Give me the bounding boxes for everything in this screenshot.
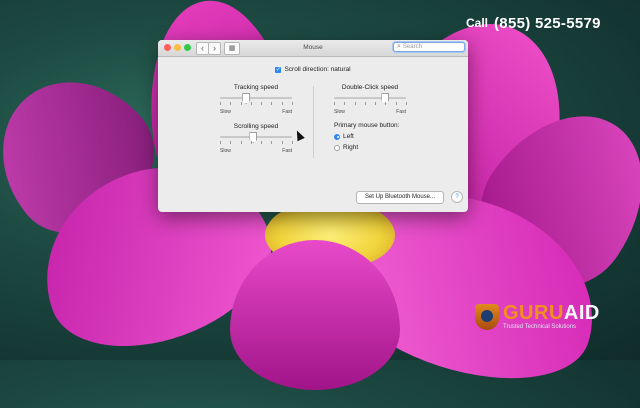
radio-right-button[interactable] <box>334 144 340 151</box>
scroll-direction-label: Scroll direction: natural <box>284 66 351 73</box>
slider-tick <box>220 102 221 105</box>
scrolling-speed-control: Scrolling speed Slow Fast <box>220 123 293 154</box>
slider-tick <box>240 141 242 144</box>
slider-tick <box>354 102 356 105</box>
slider-tick <box>364 102 366 105</box>
scroll-direction-option[interactable]: ✓ Scroll direction: natural <box>158 66 468 73</box>
call-label: Call <box>466 16 489 30</box>
search-field[interactable]: ⌕ Search <box>393 42 465 52</box>
slider-tick <box>250 102 252 105</box>
slider-tick <box>271 102 273 105</box>
slider-tick <box>230 141 232 144</box>
slider-tick <box>292 141 293 144</box>
slider-tick <box>271 141 273 144</box>
slider-tick <box>220 141 221 144</box>
tracking-speed-slider[interactable] <box>220 93 293 105</box>
slider-tick <box>395 102 397 105</box>
slow-label: Slow <box>220 109 231 115</box>
slider-tick <box>281 102 283 105</box>
slider-tick <box>261 102 263 105</box>
tracking-speed-label: Tracking speed <box>233 84 279 91</box>
double-click-speed-control: Double-Click speed Slow Fast <box>334 84 407 115</box>
radio-left[interactable]: Left <box>334 133 399 140</box>
scrolling-speed-label: Scrolling speed <box>233 123 279 130</box>
double-click-speed-slider[interactable] <box>334 93 407 105</box>
slider-tick <box>375 102 377 105</box>
phone-number: (855) 525-5579 <box>494 14 601 32</box>
slider-tick <box>292 102 293 105</box>
fast-label: Fast <box>282 109 292 115</box>
slider-tick <box>250 141 252 144</box>
logo-brand: GURUAID <box>503 303 600 323</box>
search-placeholder: Search <box>402 44 422 50</box>
phone-banner: Call (855) 525-5579 <box>458 13 609 33</box>
slider-tick <box>261 141 263 144</box>
slider-tick <box>344 102 346 105</box>
search-icon: ⌕ <box>397 43 401 50</box>
title-bar: ‹ › ▦ Mouse ⌕ Search <box>158 40 468 57</box>
slider-ticks <box>220 102 293 105</box>
radio-left-button[interactable] <box>334 133 340 140</box>
slider-tick <box>406 102 407 105</box>
slider-ticks <box>220 141 293 144</box>
radio-left-label: Left <box>343 133 354 140</box>
fast-label: Fast <box>282 148 292 154</box>
slider-tick <box>240 102 242 105</box>
slider-tick <box>281 141 283 144</box>
guruaid-logo: GURUAID Trusted Technical Solutions <box>475 303 600 330</box>
scroll-direction-checkbox[interactable]: ✓ <box>275 66 282 73</box>
slider-tick <box>230 102 232 105</box>
slow-label: Slow <box>220 148 231 154</box>
help-button[interactable]: ? <box>451 191 463 203</box>
logo-brand-part: GURU <box>503 302 564 324</box>
tracking-speed-control: Tracking speed Slow Fast <box>220 84 293 115</box>
primary-mouse-button-group: Primary mouse button: Left Right <box>334 122 399 151</box>
slider-ticks <box>334 102 407 105</box>
primary-mouse-button-label: Primary mouse button: <box>334 122 400 129</box>
slider-tick <box>334 102 335 105</box>
logo-tagline: Trusted Technical Solutions <box>503 324 577 330</box>
shield-logo-icon <box>475 303 499 330</box>
fast-label: Fast <box>396 109 406 115</box>
mouse-preferences-window: ‹ › ▦ Mouse ⌕ Search ✓ Scroll direction:… <box>158 40 468 212</box>
column-divider <box>313 86 314 158</box>
logo-brand-part: AID <box>563 302 600 324</box>
slow-label: Slow <box>334 109 345 115</box>
radio-right-label: Right <box>343 144 359 151</box>
double-click-speed-label: Double-Click speed <box>341 84 399 91</box>
radio-right[interactable]: Right <box>334 144 399 151</box>
scrolling-speed-slider[interactable] <box>220 132 293 144</box>
slider-tick <box>385 102 387 105</box>
setup-bluetooth-mouse-button[interactable]: Set Up Bluetooth Mouse... <box>356 191 444 204</box>
